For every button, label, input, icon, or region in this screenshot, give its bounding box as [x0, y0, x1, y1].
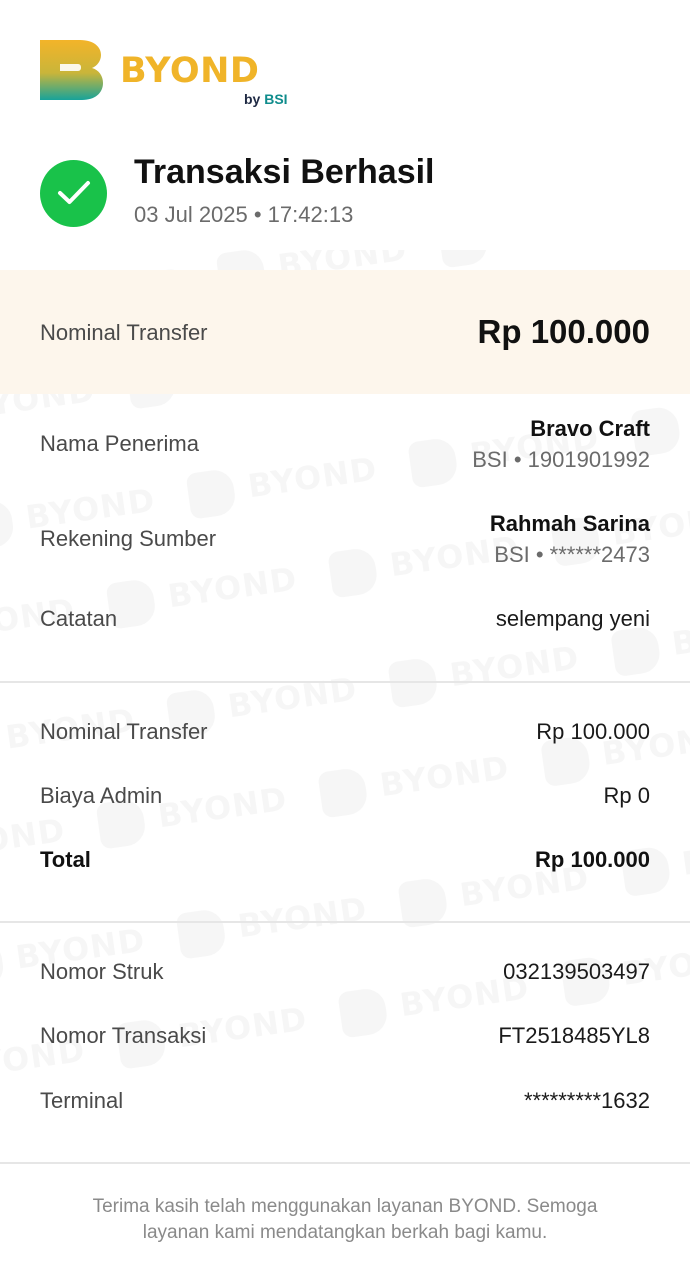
nominal-highlight-label: Nominal Transfer — [40, 320, 208, 345]
terminal-value: *********1632 — [524, 1088, 650, 1113]
note-value: selempang yeni — [495, 606, 650, 631]
transaction-number-label: Nomor Transaksi — [40, 1023, 207, 1048]
footer-thank-you-message: Terima kasih telah menggunakan layanan B… — [92, 1196, 598, 1243]
section-divider — [0, 681, 690, 683]
admin-fee-value: Rp 0 — [603, 783, 650, 808]
total-row: Total Rp 100.000 — [40, 847, 650, 873]
brand-by-name: BSI — [264, 91, 288, 107]
section-divider — [0, 921, 690, 923]
summary-nominal-label: Nominal Transfer — [40, 719, 208, 744]
summary-nominal-value: Rp 100.000 — [536, 719, 650, 744]
transaction-datetime: 03 Jul 2025 • 17:42:13 — [134, 202, 354, 227]
recipient-row: Nama Penerima Bravo Craft BSI • 19019019… — [40, 416, 650, 476]
summary-nominal-row: Nominal Transfer Rp 100.000 — [40, 719, 650, 745]
brand-by-prefix: by — [244, 91, 261, 107]
nominal-highlight: Nominal Transfer Rp 100.000 — [0, 270, 690, 394]
receipt-number-label: Nomor Struk — [40, 959, 164, 984]
section-divider — [0, 1162, 690, 1164]
transaction-status: Transaksi Berhasil 03 Jul 2025 • 17:42:1… — [40, 150, 650, 240]
receipt-number-row: Nomor Struk 032139503497 — [40, 959, 650, 985]
transaction-number-row: Nomor Transaksi FT2518485YL8 — [40, 1023, 650, 1049]
source-account-label: Rekening Sumber — [40, 526, 217, 551]
total-value: Rp 100.000 — [535, 847, 650, 872]
admin-fee-row: Biaya Admin Rp 0 — [40, 783, 650, 809]
byond-logo: BYOND by BSI — [40, 40, 300, 110]
nominal-highlight-value: Rp 100.000 — [477, 313, 650, 350]
recipient-name: Bravo Craft — [530, 416, 650, 441]
brand-by-line: by BSI — [244, 91, 288, 107]
note-label: Catatan — [40, 606, 118, 631]
terminal-label: Terminal — [40, 1088, 124, 1113]
source-account-name: Rahmah Sarina — [489, 511, 650, 536]
admin-fee-label: Biaya Admin — [40, 783, 163, 808]
byond-logo-mark-icon — [40, 40, 103, 100]
receipt-page: BYONDBYONDBYONDBYONDBYOND BYONDBYONDBYON… — [0, 0, 690, 1280]
recipient-account: BSI • 1901901992 — [472, 447, 650, 472]
receipt-number-value: 032139503497 — [503, 959, 650, 984]
status-title: Transaksi Berhasil — [134, 153, 435, 191]
transaction-number-value: FT2518485YL8 — [498, 1023, 650, 1048]
brand-name: BYOND — [120, 51, 260, 91]
terminal-row: Terminal *********1632 — [40, 1088, 650, 1114]
source-account-row: Rekening Sumber Rahmah Sarina BSI • ****… — [40, 511, 650, 571]
note-row: Catatan selempang yeni — [40, 606, 650, 632]
check-circle-icon — [40, 160, 107, 227]
total-label: Total — [40, 847, 91, 872]
source-account-number: BSI • ******2473 — [494, 542, 650, 567]
recipient-label: Nama Penerima — [40, 431, 199, 456]
